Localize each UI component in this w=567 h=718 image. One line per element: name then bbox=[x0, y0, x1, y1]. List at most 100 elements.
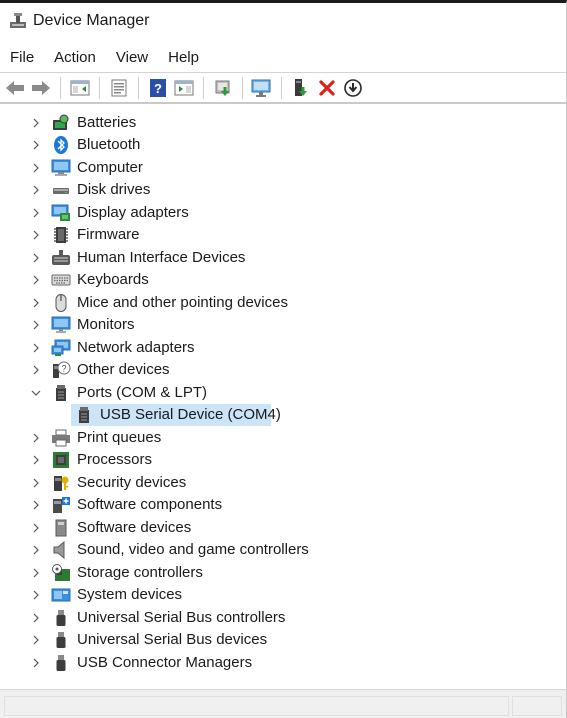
tree-item-system-devices[interactable]: System devices bbox=[0, 584, 560, 606]
status-bar bbox=[0, 689, 566, 718]
device-tree: Batteries Bluetooth Computer Disk drives… bbox=[0, 111, 566, 688]
tree-item-network-adapters[interactable]: Network adapters bbox=[0, 337, 560, 359]
tree-item-ports[interactable]: Ports (COM & LPT) bbox=[0, 382, 560, 404]
back-button[interactable] bbox=[3, 76, 27, 100]
expand-chevron-icon[interactable] bbox=[30, 337, 42, 359]
scan-hardware-icon bbox=[251, 79, 271, 97]
tree-item-print-queues[interactable]: Print queues bbox=[0, 427, 560, 449]
tree-item-keyboards[interactable]: Keyboards bbox=[0, 269, 560, 291]
expand-chevron-icon[interactable] bbox=[30, 449, 42, 471]
other-devices-icon: ? bbox=[53, 361, 71, 378]
storage-controller-icon bbox=[52, 564, 70, 581]
expand-chevron-icon[interactable] bbox=[30, 179, 42, 201]
tree-item-display-adapters[interactable]: Display adapters bbox=[0, 202, 560, 224]
menu-action[interactable]: Action bbox=[44, 45, 106, 71]
tree-item-processors[interactable]: Processors bbox=[0, 449, 560, 471]
update-driver-icon bbox=[215, 80, 230, 96]
disk-drive-icon bbox=[53, 188, 69, 194]
network-adapter-icon bbox=[51, 339, 71, 356]
expand-chevron-icon[interactable] bbox=[30, 517, 42, 539]
expand-chevron-icon[interactable] bbox=[30, 539, 42, 561]
expand-chevron-icon[interactable] bbox=[30, 629, 42, 651]
expand-chevron-icon[interactable] bbox=[30, 134, 42, 156]
toolbar-separator bbox=[281, 76, 282, 99]
forward-button[interactable] bbox=[29, 76, 53, 100]
tree-item-software-components[interactable]: Software components bbox=[0, 494, 560, 516]
tree-item-usb-devices[interactable]: Universal Serial Bus devices bbox=[0, 629, 560, 651]
add-legacy-hardware-icon bbox=[295, 78, 307, 96]
expand-chevron-icon[interactable] bbox=[30, 269, 42, 291]
tree-item-disk-drives[interactable]: Disk drives bbox=[0, 179, 560, 201]
menu-view[interactable]: View bbox=[106, 45, 158, 71]
processor-icon bbox=[53, 452, 69, 468]
tree-item-monitors[interactable]: Monitors bbox=[0, 314, 560, 336]
help-icon: ? bbox=[150, 78, 166, 97]
show-hide-console-tree-icon bbox=[70, 80, 90, 95]
menu-file[interactable]: File bbox=[0, 45, 44, 71]
window-title: Device Manager bbox=[33, 12, 150, 29]
expand-chevron-icon[interactable] bbox=[30, 494, 42, 516]
tree-item-label: Software devices bbox=[77, 519, 192, 536]
port-icon bbox=[79, 407, 89, 423]
tree-item-label: Other devices bbox=[77, 361, 170, 378]
tree-item-label: USB Serial Device (COM4) bbox=[100, 406, 281, 423]
expand-chevron-icon[interactable] bbox=[30, 247, 42, 269]
tree-item-batteries[interactable]: Batteries bbox=[0, 112, 560, 134]
tree-item-label: USB Connector Managers bbox=[77, 654, 253, 671]
show-action-pane-button[interactable] bbox=[172, 76, 196, 100]
expand-chevron-icon[interactable] bbox=[30, 607, 42, 629]
tree-item-sound-video-game-controllers[interactable]: Sound, video and game controllers bbox=[0, 539, 560, 561]
tree-item-mice[interactable]: Mice and other pointing devices bbox=[0, 292, 560, 314]
tree-item-security-devices[interactable]: Security devices bbox=[0, 472, 560, 494]
expand-chevron-icon[interactable] bbox=[30, 427, 42, 449]
tree-item-human-interface-devices[interactable]: Human Interface Devices bbox=[0, 247, 560, 269]
monitor-icon bbox=[51, 316, 71, 333]
tree-item-usb-controllers[interactable]: Universal Serial Bus controllers bbox=[0, 607, 560, 629]
tree-item-bluetooth[interactable]: Bluetooth bbox=[0, 134, 560, 156]
sound-icon bbox=[53, 541, 65, 559]
show-action-pane-icon bbox=[174, 80, 194, 95]
tree-item-usb-connector-managers[interactable]: USB Connector Managers bbox=[0, 652, 560, 674]
expand-chevron-icon[interactable] bbox=[30, 314, 42, 336]
tree-item-computer[interactable]: Computer bbox=[0, 157, 560, 179]
menu-help[interactable]: Help bbox=[158, 45, 209, 71]
status-pane bbox=[4, 696, 509, 716]
software-component-icon bbox=[53, 497, 70, 513]
expand-chevron-icon[interactable] bbox=[30, 202, 42, 224]
uninstall-device-button[interactable] bbox=[315, 76, 339, 100]
tree-item-usb-serial-device[interactable]: USB Serial Device (COM4) bbox=[0, 404, 560, 426]
collapse-chevron-icon[interactable] bbox=[30, 382, 42, 404]
usb-icon bbox=[56, 632, 66, 648]
add-legacy-hardware-button[interactable] bbox=[289, 76, 313, 100]
tree-item-software-devices[interactable]: Software devices bbox=[0, 517, 560, 539]
title-bar[interactable]: Device Manager bbox=[0, 3, 566, 41]
tree-item-label: Security devices bbox=[77, 474, 187, 491]
scan-hardware-button[interactable] bbox=[250, 76, 274, 100]
disable-device-button[interactable] bbox=[341, 76, 365, 100]
expand-chevron-icon[interactable] bbox=[30, 292, 42, 314]
tree-item-label: Human Interface Devices bbox=[77, 249, 246, 266]
toolbar-separator bbox=[242, 76, 243, 99]
show-hide-console-tree-button[interactable] bbox=[68, 76, 92, 100]
expand-chevron-icon[interactable] bbox=[30, 584, 42, 606]
tree-item-storage-controllers[interactable]: Storage controllers bbox=[0, 562, 560, 584]
back-icon bbox=[6, 80, 24, 95]
software-device-icon bbox=[55, 519, 67, 537]
expand-chevron-icon[interactable] bbox=[30, 562, 42, 584]
tree-item-firmware[interactable]: Firmware bbox=[0, 224, 560, 246]
expand-chevron-icon[interactable] bbox=[30, 652, 42, 674]
printer-icon bbox=[52, 429, 70, 447]
expand-chevron-icon[interactable] bbox=[30, 224, 42, 246]
expand-chevron-icon[interactable] bbox=[30, 112, 42, 134]
port-icon bbox=[56, 385, 66, 401]
properties-button[interactable] bbox=[107, 76, 131, 100]
mouse-icon bbox=[55, 294, 67, 312]
expand-chevron-icon[interactable] bbox=[30, 359, 42, 381]
toolbar-separator bbox=[138, 76, 139, 99]
expand-chevron-icon[interactable] bbox=[30, 157, 42, 179]
help-button[interactable]: ? bbox=[146, 76, 170, 100]
tree-item-other-devices[interactable]: ? Other devices bbox=[0, 359, 560, 381]
tree-item-label: Print queues bbox=[77, 429, 162, 446]
update-driver-button[interactable] bbox=[211, 76, 235, 100]
expand-chevron-icon[interactable] bbox=[30, 472, 42, 494]
